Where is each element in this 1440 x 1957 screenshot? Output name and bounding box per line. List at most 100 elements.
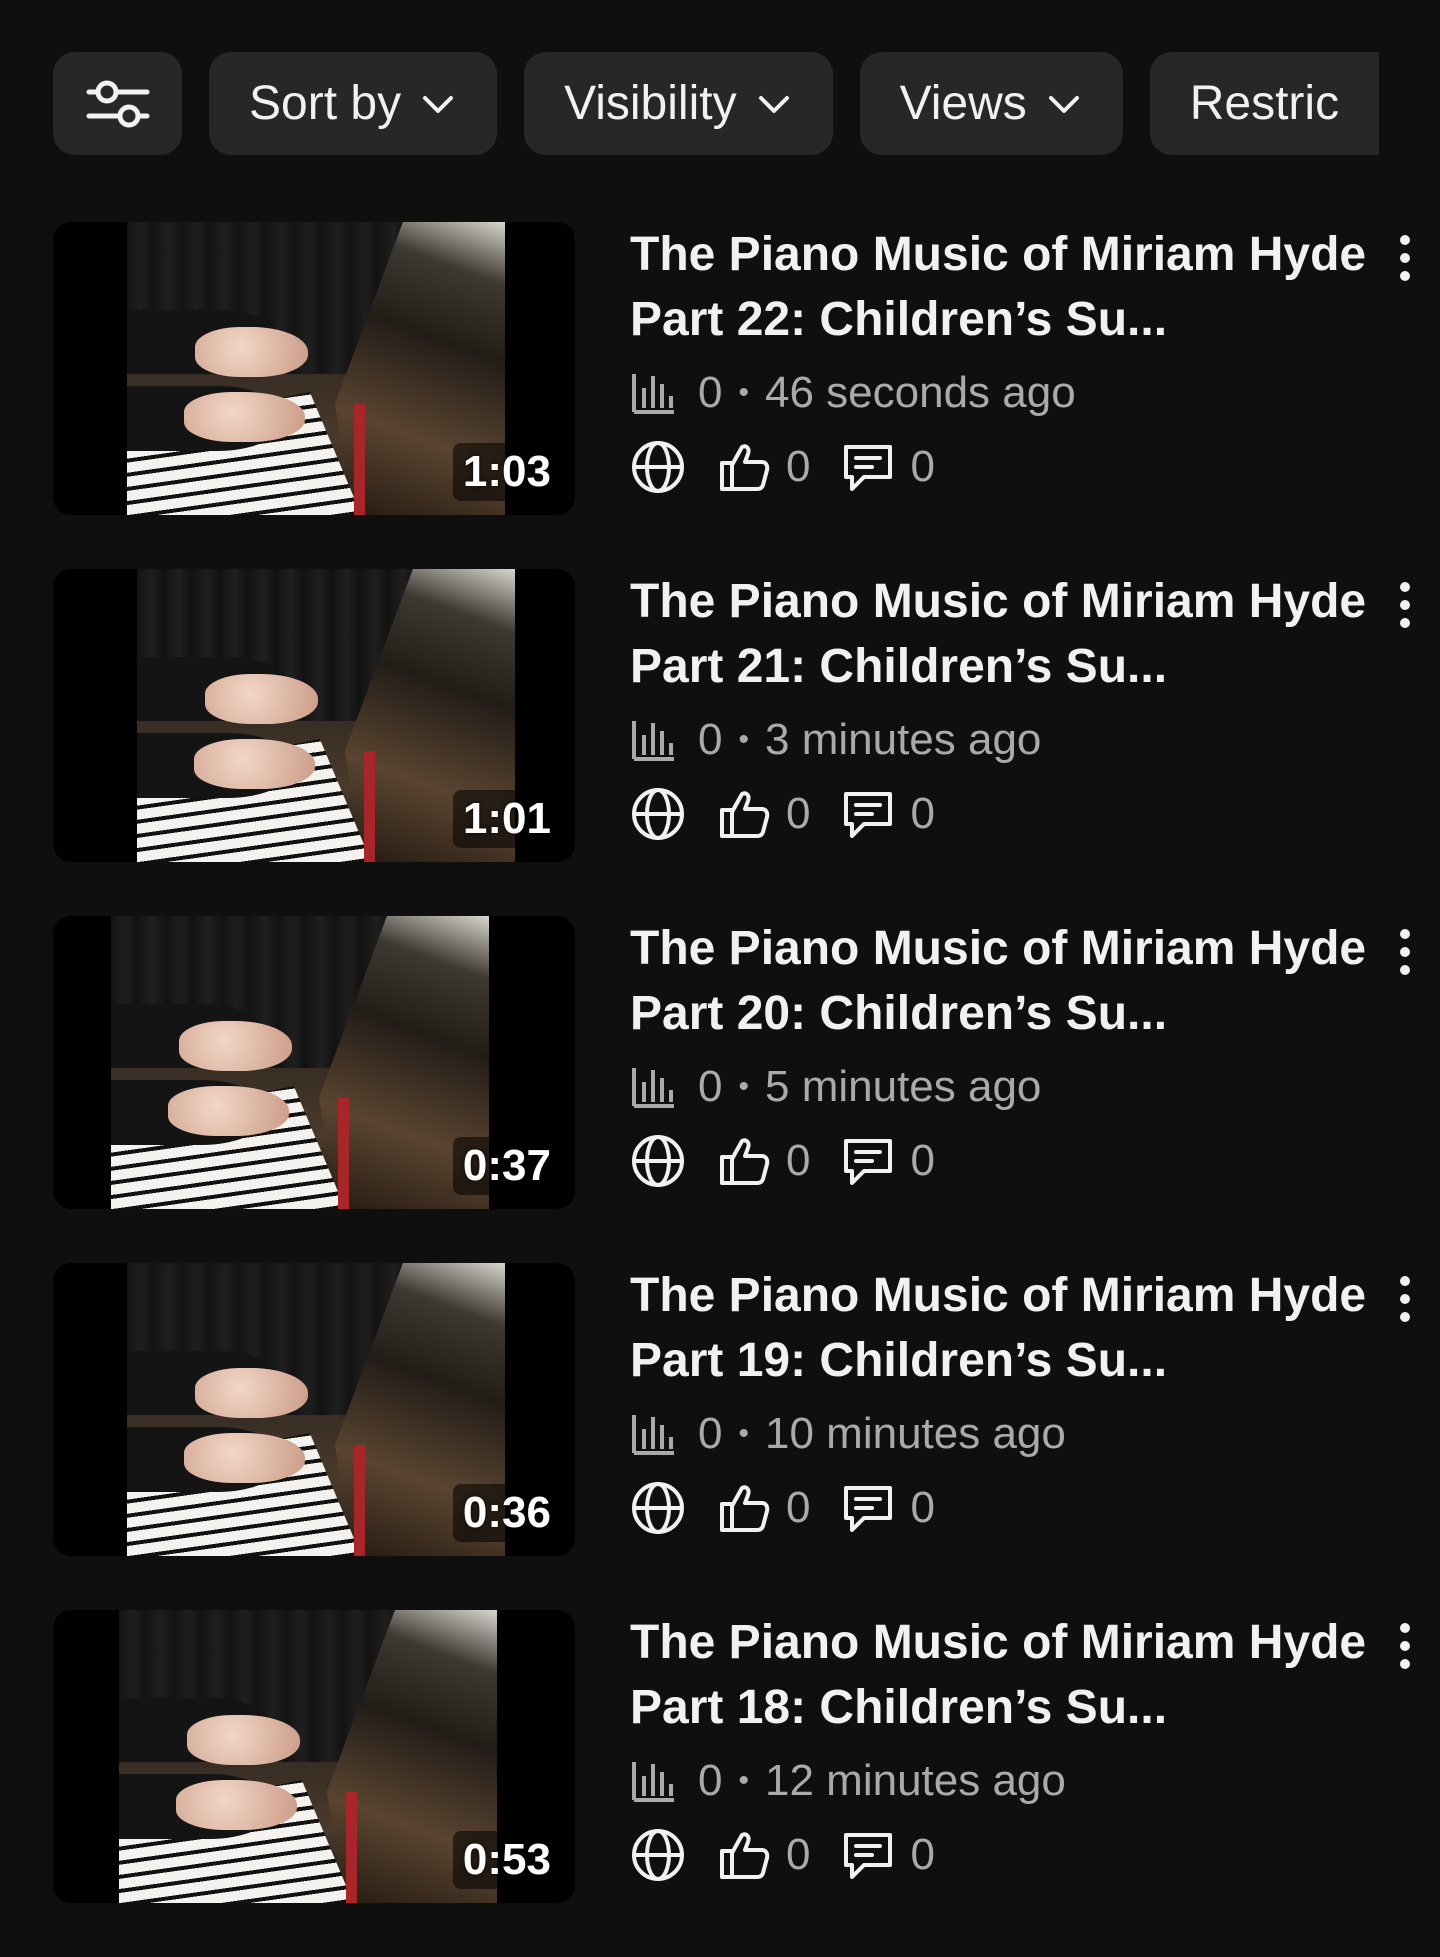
thumbs-up-icon (720, 1485, 770, 1532)
video-duration: 0:36 (452, 1484, 561, 1542)
video-duration: 0:37 (452, 1137, 561, 1195)
more-options-icon[interactable] (1385, 1269, 1425, 1329)
comment-icon (844, 1139, 893, 1185)
video-stats: 0 0 (630, 1131, 1430, 1191)
video-duration: 1:03 (452, 443, 561, 501)
video-row[interactable]: 0:37 The Piano Music of Miriam Hyde Part… (53, 916, 1440, 1263)
thumbs-up-icon (720, 444, 770, 491)
more-options-icon[interactable] (1385, 575, 1425, 635)
video-meta: 0 • 5 minutes ago (630, 1059, 1430, 1115)
thumbs-up-icon (720, 791, 770, 838)
view-count: 0 (698, 715, 723, 764)
thumbnail-image (127, 222, 505, 515)
chip-label: Views (899, 77, 1027, 130)
globe-icon (632, 1482, 684, 1534)
video-thumbnail[interactable]: 0:36 (53, 1263, 575, 1556)
globe-icon (632, 788, 684, 840)
chevron-down-icon (423, 95, 454, 113)
filter-bar: Sort by Visibility Views Restric (53, 52, 1440, 155)
separator-dot: • (738, 1070, 749, 1103)
video-info: The Piano Music of Miriam Hyde Part 19: … (630, 1263, 1430, 1538)
globe-icon (632, 1135, 684, 1187)
video-title[interactable]: The Piano Music of Miriam Hyde Part 22: … (630, 222, 1390, 352)
comment-count: 0 (910, 789, 935, 838)
video-info: The Piano Music of Miriam Hyde Part 20: … (630, 916, 1430, 1191)
video-stats: 0 0 (630, 784, 1430, 844)
video-thumbnail[interactable]: 1:01 (53, 569, 575, 862)
comment-count: 0 (910, 442, 935, 491)
view-count: 0 (698, 1409, 723, 1458)
video-title[interactable]: The Piano Music of Miriam Hyde Part 20: … (630, 916, 1390, 1046)
video-thumbnail[interactable]: 0:53 (53, 1610, 575, 1903)
view-count: 0 (698, 1062, 723, 1111)
like-count: 0 (786, 1136, 811, 1185)
video-thumbnail[interactable]: 1:03 (53, 222, 575, 515)
video-meta: 0 • 10 minutes ago (630, 1406, 1430, 1462)
analytics-icon (632, 1068, 674, 1108)
chip-label: Restric (1189, 77, 1340, 130)
sort-by-chip[interactable]: Sort by (209, 52, 498, 155)
upload-time: 46 seconds ago (765, 368, 1076, 417)
video-row[interactable]: 1:01 The Piano Music of Miriam Hyde Part… (53, 569, 1440, 916)
video-info: The Piano Music of Miriam Hyde Part 18: … (630, 1610, 1430, 1885)
chip-label: Sort by (249, 77, 402, 130)
like-count: 0 (786, 442, 811, 491)
sliders-icon (86, 80, 149, 127)
chevron-down-icon (1048, 95, 1079, 113)
view-count: 0 (698, 368, 723, 417)
video-info: The Piano Music of Miriam Hyde Part 22: … (630, 222, 1430, 497)
filter-settings-button[interactable] (53, 52, 182, 155)
video-thumbnail[interactable]: 0:37 (53, 916, 575, 1209)
more-options-icon[interactable] (1385, 922, 1425, 982)
upload-time: 5 minutes ago (765, 1062, 1042, 1111)
analytics-icon (632, 1415, 674, 1455)
upload-time: 10 minutes ago (765, 1409, 1066, 1458)
comment-icon (844, 1486, 893, 1532)
video-title[interactable]: The Piano Music of Miriam Hyde Part 18: … (630, 1610, 1390, 1740)
separator-dot: • (738, 376, 749, 409)
video-row[interactable]: 1:03 The Piano Music of Miriam Hyde Part… (53, 222, 1440, 569)
video-meta: 0 • 12 minutes ago (630, 1753, 1430, 1809)
separator-dot: • (738, 1764, 749, 1797)
analytics-icon (632, 374, 674, 414)
comment-icon (844, 792, 893, 838)
separator-dot: • (738, 1417, 749, 1450)
thumbnail-image (111, 916, 489, 1209)
comment-count: 0 (910, 1136, 935, 1185)
visibility-chip[interactable]: Visibility (524, 52, 833, 155)
video-title[interactable]: The Piano Music of Miriam Hyde Part 21: … (630, 569, 1390, 699)
views-chip[interactable]: Views (859, 52, 1123, 155)
thumbnail-image (119, 1610, 497, 1903)
video-row[interactable]: 0:36 The Piano Music of Miriam Hyde Part… (53, 1263, 1440, 1610)
like-count: 0 (786, 1483, 811, 1532)
more-options-icon[interactable] (1385, 1616, 1425, 1676)
more-options-icon[interactable] (1385, 228, 1425, 288)
chip-label: Visibility (564, 77, 737, 130)
chevron-down-icon (758, 95, 789, 113)
analytics-icon (632, 721, 674, 761)
video-stats: 0 0 (630, 1478, 1430, 1538)
comment-icon (844, 445, 893, 491)
thumbs-up-icon (720, 1138, 770, 1185)
upload-time: 12 minutes ago (765, 1756, 1066, 1805)
like-count: 0 (786, 789, 811, 838)
globe-icon (632, 441, 684, 493)
upload-time: 3 minutes ago (765, 715, 1042, 764)
analytics-icon (632, 1762, 674, 1802)
comment-count: 0 (910, 1483, 935, 1532)
video-stats: 0 0 (630, 437, 1430, 497)
like-count: 0 (786, 1830, 811, 1879)
comment-icon (844, 1833, 893, 1879)
restrictions-chip[interactable]: Restric (1149, 52, 1380, 155)
globe-icon (632, 1829, 684, 1881)
separator-dot: • (738, 723, 749, 756)
video-row[interactable]: 0:53 The Piano Music of Miriam Hyde Part… (53, 1610, 1440, 1957)
video-duration: 0:53 (452, 1831, 561, 1889)
video-meta: 0 • 46 seconds ago (630, 365, 1430, 421)
video-duration: 1:01 (452, 790, 561, 848)
comment-count: 0 (910, 1830, 935, 1879)
video-list: 1:03 The Piano Music of Miriam Hyde Part… (53, 222, 1440, 1957)
video-title[interactable]: The Piano Music of Miriam Hyde Part 19: … (630, 1263, 1390, 1393)
thumbnail-image (127, 1263, 505, 1556)
view-count: 0 (698, 1756, 723, 1805)
